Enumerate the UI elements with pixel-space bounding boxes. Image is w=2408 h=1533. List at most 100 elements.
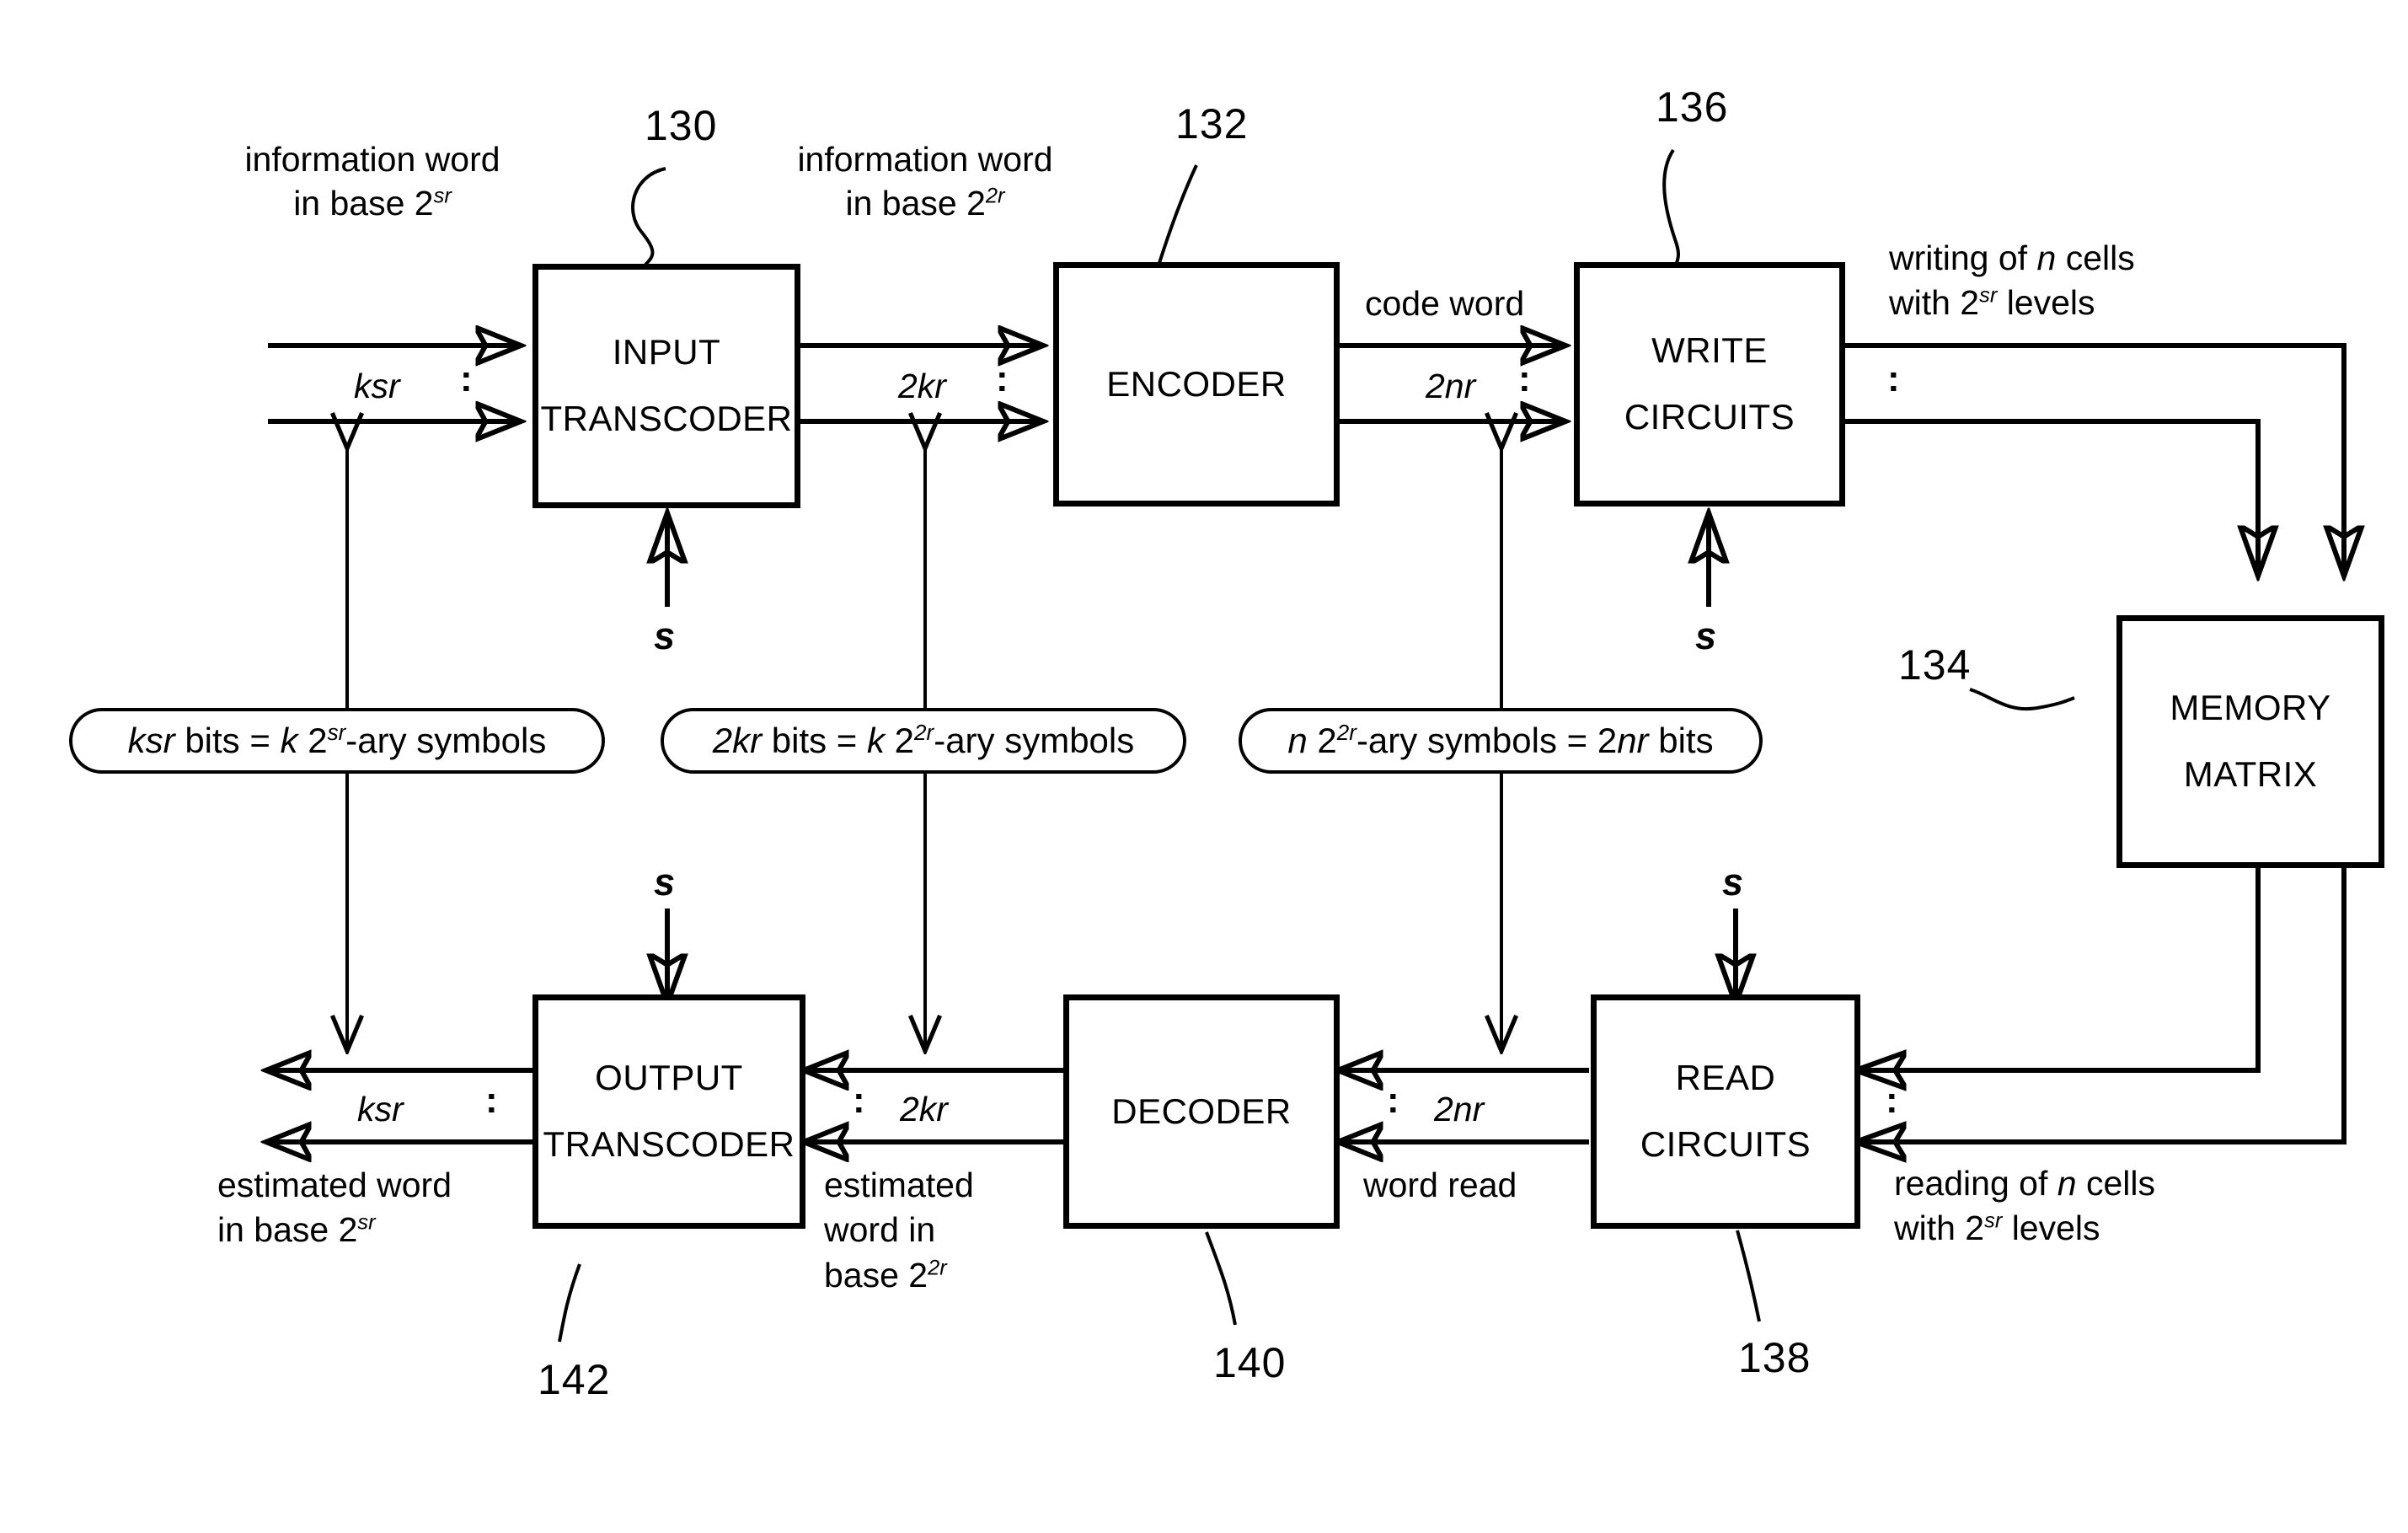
bus-label-bottom-2kr: 2kr — [900, 1090, 948, 1128]
bus-label-bottom-ksr: ksr — [357, 1090, 404, 1128]
label-word-read: word read — [1363, 1166, 1517, 1204]
block-write-circuits-line1: WRITE — [1651, 330, 1768, 371]
block-input-transcoder-line2: TRANSCODER — [540, 399, 793, 438]
label-writing-with2: with 2 — [1889, 283, 1980, 323]
pill-2nr-part-2: 2r — [1336, 720, 1357, 745]
block-output-transcoder[interactable]: OUTPUT TRANSCODER — [532, 994, 805, 1229]
bus-dots-top-2kr: : — [996, 358, 1009, 399]
pill-2kr-part-5: -ary symbols — [934, 721, 1135, 760]
label-writing-prefix: writing of — [1889, 239, 2028, 277]
control-signal-s-read-circuits: s — [1722, 860, 1744, 903]
label-information-word-sr-line1: information word — [244, 140, 500, 179]
pill-2nr-part-1: 2 — [1307, 721, 1337, 760]
label-estimated-word-sr: estimated word in base 2sr — [217, 1163, 452, 1253]
ref-number-136: 136 — [1656, 83, 1729, 131]
label-reading-with2: with 2 — [1894, 1209, 1985, 1248]
block-read-circuits[interactable]: READ CIRCUITS — [1591, 994, 1860, 1229]
label-writing-levels: levels — [2006, 283, 2095, 323]
ref-number-130: 130 — [645, 102, 718, 149]
pill-2nr-bits-text: n 22r-ary symbols = 2nr bits — [1287, 721, 1713, 761]
pill-2kr-bits-text: 2kr bits = k 22r-ary symbols — [713, 721, 1135, 761]
label-information-word-sr: information word in base 2sr — [212, 137, 532, 226]
control-signal-s-output-transcoder: s — [654, 860, 676, 903]
pill-2nr-part-0: n — [1287, 721, 1308, 760]
pill-2kr-bits: 2kr bits = k 22r-ary symbols — [661, 708, 1186, 774]
bus-dots-bottom-2nr: : — [1387, 1080, 1399, 1121]
block-write-circuits[interactable]: WRITE CIRCUITS — [1574, 262, 1845, 507]
label-information-word-sr-line2: in base 2 — [293, 184, 434, 223]
block-encoder-line1: ENCODER — [1106, 363, 1287, 404]
ref-number-140: 140 — [1213, 1339, 1287, 1386]
bus-label-top-2kr: 2kr — [898, 367, 946, 405]
pill-2kr-part-3: 2 — [885, 721, 915, 760]
label-information-word-2r: information word in base 22r — [757, 137, 1094, 226]
bus-dots-top-ksr: : — [460, 358, 473, 399]
label-reading-line2: with 2sr levels — [1894, 1209, 2100, 1247]
label-reading-of-n-cells: reading of n cells with 2sr levels — [1894, 1161, 2155, 1252]
block-decoder-line1: DECODER — [1111, 1091, 1292, 1131]
label-information-word-sr-exp: sr — [433, 184, 452, 208]
label-reading-exp: sr — [1984, 1209, 2003, 1233]
bus-label-top-ksr: ksr — [354, 367, 400, 405]
bus-dots-bottom-2kr: : — [853, 1080, 865, 1121]
pill-ksr-bits-text: ksr bits = k 2sr-ary symbols — [128, 721, 547, 761]
block-write-circuits-line2: CIRCUITS — [1624, 397, 1795, 437]
label-estimated-word-2r-line2: word in — [824, 1210, 936, 1250]
pill-ksr-part-0: ksr — [127, 721, 175, 760]
bus-label-top-2nr: 2nr — [1426, 367, 1476, 405]
label-reading-cells: cells — [2085, 1164, 2156, 1203]
block-input-transcoder-line1: INPUT — [612, 332, 721, 373]
ref-number-132: 132 — [1175, 100, 1249, 147]
label-writing-line1: writing of n cells — [1889, 239, 2135, 277]
label-information-word-2r-line2: in base 2 — [845, 184, 986, 223]
bus-dots-top-2nr: : — [1518, 358, 1531, 399]
pill-ksr-part-1: bits = — [174, 721, 281, 760]
label-estimated-word-sr-line1: estimated word — [217, 1166, 452, 1204]
label-writing-of-n-cells: writing of n cells with 2sr levels — [1889, 236, 2135, 326]
label-writing-cells: cells — [2065, 239, 2135, 277]
label-reading-n: n — [2057, 1164, 2077, 1203]
bus-dots-bottom-ksr: : — [485, 1080, 498, 1121]
pill-ksr-part-2: k — [280, 721, 298, 760]
label-estimated-word-2r-line1: estimated — [824, 1166, 974, 1204]
label-estimated-word-sr-exp: sr — [357, 1210, 376, 1235]
block-decoder[interactable]: DECODER — [1063, 994, 1340, 1229]
pill-2kr-part-1: bits = — [762, 721, 868, 760]
bus-label-bottom-2nr: 2nr — [1434, 1090, 1485, 1128]
block-encoder[interactable]: ENCODER — [1053, 262, 1340, 507]
pill-2kr-part-2: k — [867, 721, 886, 760]
pill-ksr-bits: ksr bits = k 2sr-ary symbols — [69, 708, 605, 774]
pill-2nr-bits: n 22r-ary symbols = 2nr bits — [1239, 708, 1763, 774]
label-estimated-word-2r: estimated word in base 22r — [824, 1163, 974, 1298]
block-memory-matrix-line2: MATRIX — [2183, 754, 2318, 794]
pill-ksr-part-5: -ary symbols — [345, 721, 547, 760]
pill-2nr-part-5: bits — [1648, 721, 1714, 760]
pill-ksr-part-4: sr — [327, 720, 346, 745]
label-estimated-word-sr-line2: in base 2 — [217, 1210, 358, 1250]
pill-2nr-part-4: nr — [1617, 721, 1649, 760]
label-writing-n: n — [2036, 239, 2057, 277]
label-writing-exp: sr — [1979, 283, 1998, 308]
block-input-transcoder[interactable]: INPUT TRANSCODER — [532, 264, 800, 508]
bus-dots-memory-to-read: : — [1886, 1080, 1898, 1121]
label-reading-line1: reading of n cells — [1894, 1164, 2155, 1203]
ref-number-142: 142 — [538, 1356, 611, 1403]
label-writing-line2: with 2sr levels — [1889, 283, 2095, 322]
label-information-word-2r-exp: 2r — [985, 184, 1005, 208]
ref-number-138: 138 — [1738, 1334, 1811, 1381]
control-signal-s-input-transcoder: s — [654, 614, 676, 657]
block-memory-matrix[interactable]: MEMORY MATRIX — [2116, 615, 2384, 868]
label-estimated-word-2r-exp: 2r — [928, 1255, 947, 1279]
block-output-transcoder-line2: TRANSCODER — [543, 1124, 795, 1164]
label-reading-levels: levels — [2011, 1209, 2100, 1248]
pill-2nr-part-3: -ary symbols = 2 — [1356, 721, 1618, 760]
bus-dots-write-to-memory: : — [1887, 358, 1900, 399]
block-memory-matrix-line1: MEMORY — [2170, 688, 2331, 728]
control-signal-s-write-circuits: s — [1695, 614, 1717, 657]
block-read-circuits-line2: CIRCUITS — [1640, 1124, 1811, 1164]
ref-number-134: 134 — [1898, 641, 1972, 689]
pill-2kr-part-4: 2r — [914, 720, 934, 745]
pill-ksr-part-3: 2 — [297, 721, 328, 760]
label-information-word-2r-line1: information word — [797, 140, 1053, 179]
pill-2kr-part-0: 2kr — [712, 721, 763, 760]
